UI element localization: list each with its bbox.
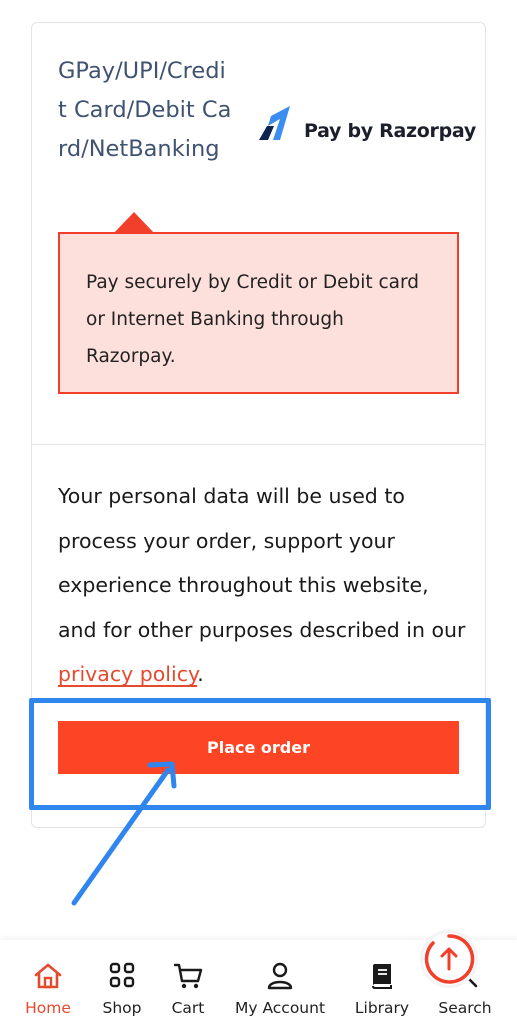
home-icon — [34, 963, 62, 989]
grid-icon — [109, 962, 135, 988]
cart-icon — [173, 963, 203, 989]
divider — [32, 444, 485, 445]
nav-item-cart[interactable]: Cart — [158, 940, 218, 1024]
privacy-notice: Your personal data will be used to proce… — [58, 474, 468, 697]
nav-item-my-account[interactable]: My Account — [232, 940, 328, 1024]
scroll-to-top-button[interactable] — [420, 930, 478, 988]
razorpay-brand: Pay by Razorpay — [256, 106, 476, 146]
payment-method-label[interactable]: GPay/UPI/Credit Card/Debit Card/NetBanki… — [58, 52, 233, 169]
razorpay-logo-icon — [259, 106, 290, 140]
nav-item-library[interactable]: Library — [350, 940, 414, 1024]
razorpay-brand-text: Pay by Razorpay — [304, 120, 476, 142]
book-icon — [372, 964, 392, 989]
nav-label-my-account: My Account — [234, 999, 326, 1017]
nav-label-shop: Shop — [102, 999, 142, 1017]
nav-label-library: Library — [354, 999, 410, 1017]
nav-label-search: Search — [438, 999, 492, 1017]
nav-label-home: Home — [25, 999, 71, 1017]
privacy-notice-text: Your personal data will be used to proce… — [58, 484, 466, 642]
scroll-progress-icon — [424, 934, 475, 984]
privacy-policy-link[interactable]: privacy policy — [58, 662, 197, 686]
place-order-button[interactable]: Place order — [58, 721, 459, 774]
user-icon — [267, 962, 293, 990]
nav-item-home[interactable]: Home — [18, 940, 78, 1024]
notice-pointer — [113, 212, 155, 234]
privacy-notice-suffix: . — [197, 662, 204, 686]
payment-description: Pay securely by Credit or Debit card or … — [58, 232, 459, 394]
nav-label-cart: Cart — [171, 999, 205, 1017]
nav-item-shop[interactable]: Shop — [92, 940, 152, 1024]
